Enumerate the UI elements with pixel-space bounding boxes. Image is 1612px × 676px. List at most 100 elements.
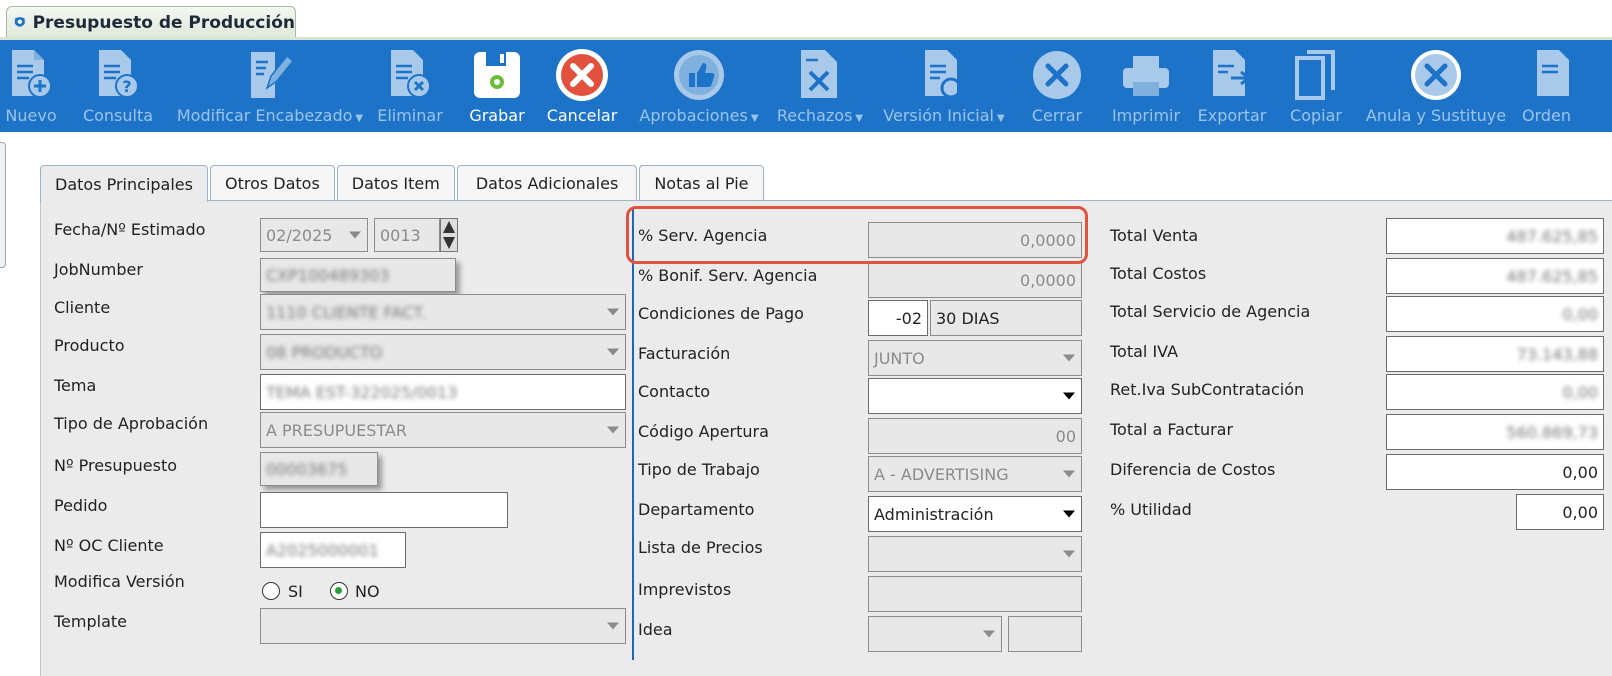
cancelar-button[interactable]: Cancelar [546,40,618,132]
total-costos-field: 487.625,85 [1386,258,1604,294]
window-tab[interactable]: Presupuesto de Producción [6,6,296,38]
oc-cliente-field[interactable]: A2025000001 [260,532,406,568]
fecha-label: Fecha/Nº Estimado [54,220,206,239]
utilidad-label: % Utilidad [1110,500,1192,519]
idea-select[interactable] [868,616,1002,652]
rechazos-button[interactable]: Rechazos ▼ [774,40,866,132]
radio-si[interactable] [262,582,280,600]
idea-label: Idea [638,620,673,639]
diferencia-costos-label: Diferencia de Costos [1110,460,1276,479]
oc-cliente-label: Nº OC Cliente [54,536,164,555]
total-servicio-field: 0,00 [1386,296,1604,332]
total-facturar-label: Total a Facturar [1110,420,1234,439]
tipo-aprobacion-label: Tipo de Aprobación [54,414,209,433]
facturacion-select[interactable]: JUNTO [868,340,1082,376]
condiciones-pago-label: Condiciones de Pago [638,304,804,323]
orden-button[interactable]: Orden [1518,40,1612,132]
print-icon [1123,56,1169,96]
tab-datos-principales[interactable]: Datos Principales [40,165,208,202]
total-iva-label: Total IVA [1110,342,1179,361]
ret-iva-field: 0,00 [1386,374,1604,410]
query-document-icon: ? [99,50,139,98]
producto-label: Producto [54,336,125,355]
cerrar-button[interactable]: Cerrar [1028,40,1086,132]
departamento-select[interactable]: Administración [868,496,1082,532]
tipo-trabajo-select[interactable]: A - ADVERTISING [868,456,1082,492]
tema-field[interactable]: TEMA EST-322025/0013 [260,374,626,410]
exportar-button[interactable]: Exportar [1192,40,1272,132]
condiciones-pago-desc: 30 DIAS [930,300,1082,336]
window-title: Presupuesto de Producción [32,12,295,33]
tema-label: Tema [54,376,97,395]
new-document-icon [12,50,52,98]
tab-datos-item[interactable]: Datos Item [336,165,455,201]
reject-document-icon [801,50,837,98]
estimado-spinner[interactable] [440,218,458,252]
copy-icon [1295,50,1335,100]
imprevistos-label: Imprevistos [638,580,732,599]
form-tabs: Datos Principales Otros Datos Datos Item… [40,165,766,202]
anula-sustituye-button[interactable]: Anula y Sustituye [1366,40,1506,132]
lista-precios-select[interactable] [868,536,1082,572]
close-icon [1033,51,1081,99]
app-logo-icon [14,16,25,27]
serv-agencia-highlight [626,206,1088,264]
imprimir-button[interactable]: Imprimir [1112,40,1180,132]
side-panel-handle[interactable] [0,142,6,268]
tab-notas-al-pie[interactable]: Notas al Pie [639,165,764,201]
fecha-select[interactable]: 02/2025 [260,218,368,252]
imprevistos-field[interactable] [868,576,1082,612]
tab-datos-adicionales[interactable]: Datos Adicionales [456,165,638,201]
departamento-label: Departamento [638,500,755,519]
jobnumber-field[interactable]: CXP100489303 [260,258,456,292]
bonif-serv-label: % Bonif. Serv. Agencia [638,266,818,285]
consulta-button[interactable]: ? Consulta [80,40,156,132]
export-icon [1213,50,1252,96]
codigo-apertura-label: Código Apertura [638,422,769,441]
bonif-serv-field[interactable]: 0,0000 [868,262,1082,298]
pedido-label: Pedido [54,496,108,515]
order-document-icon [1537,50,1569,96]
contacto-label: Contacto [638,382,711,401]
eliminar-button[interactable]: Eliminar [376,40,444,132]
total-venta-label: Total Venta [1110,226,1199,245]
tab-otros-datos[interactable]: Otros Datos [209,165,335,201]
delete-document-icon [391,50,431,98]
version-inicial-button[interactable]: Versión Inicial ▼ [880,40,1008,132]
modifica-version-label: Modifica Versión [54,572,185,591]
condiciones-pago-code[interactable]: -02 [868,300,928,336]
modificar-encabezado-button[interactable]: Modificar Encabezado ▼ [172,40,368,132]
total-facturar-field: 560.869,73 [1386,414,1604,450]
cliente-select[interactable]: 1110 CLIENTE FACT. [260,294,626,330]
utilidad-field: 0,00 [1516,494,1604,530]
total-costos-label: Total Costos [1110,264,1207,283]
template-select[interactable] [260,608,626,644]
total-servicio-label: Total Servicio de Agencia [1110,302,1311,321]
tipo-aprobacion-select[interactable]: A PRESUPUESTAR [260,412,626,448]
radio-no[interactable] [330,582,348,600]
diferencia-costos-field: 0,00 [1386,454,1604,490]
total-iva-field: 73.143,88 [1386,336,1604,372]
grabar-button[interactable]: Grabar [462,40,532,132]
presupuesto-field[interactable]: 00003675 [260,452,378,486]
radio-no-label: NO [355,582,380,601]
aprobaciones-button[interactable]: Aprobaciones ▼ [636,40,762,132]
radio-si-label: SI [288,582,303,601]
svg-text:?: ? [122,77,131,96]
toolbar: Nuevo ? Consulta Modificar Encabezado ▼ E… [0,40,1612,132]
nuevo-button[interactable]: Nuevo [2,40,60,132]
column-separator [632,208,634,660]
edit-document-icon [251,52,295,98]
presupuesto-label: Nº Presupuesto [54,456,178,475]
codigo-apertura-field[interactable]: 00 [868,418,1082,454]
jobnumber-label: JobNumber [54,260,143,279]
template-label: Template [54,612,128,631]
pedido-field[interactable] [260,492,508,528]
thumbs-up-icon [674,50,724,100]
estimado-field[interactable]: 0013 [374,218,440,252]
version-document-icon [925,50,962,99]
idea-extra-field[interactable] [1008,616,1082,652]
contacto-select[interactable] [868,378,1082,414]
producto-select[interactable]: 08 PRODUCTO [260,334,626,370]
copiar-button[interactable]: Copiar [1286,40,1346,132]
